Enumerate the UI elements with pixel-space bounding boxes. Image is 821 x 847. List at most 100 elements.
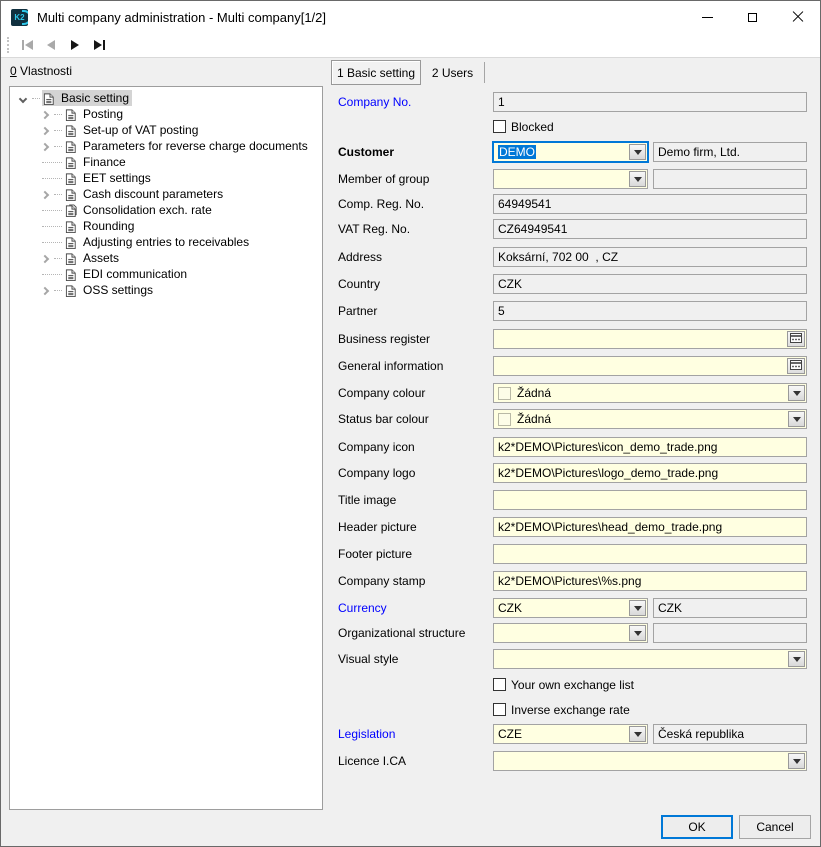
tree-item-posting[interactable]: Posting — [10, 106, 322, 122]
minimize-button[interactable] — [685, 1, 730, 33]
visual-style-dropdown-button[interactable] — [788, 651, 805, 667]
blocked-checkbox[interactable] — [493, 120, 506, 133]
header-picture-field[interactable]: k2*DEMO\Pictures\head_demo_trade.png — [493, 517, 807, 537]
header-picture-label: Header picture — [338, 520, 417, 534]
tree-item-parameters-for-reverse-charge-documents[interactable]: Parameters for reverse charge documents — [10, 138, 322, 154]
nav-previous-button[interactable] — [39, 35, 63, 56]
customer-dropdown-button[interactable] — [629, 144, 646, 160]
customer-lookup-field[interactable]: Demo firm, Ltd. — [653, 142, 807, 162]
tree-item-label: Assets — [83, 251, 119, 265]
chevron-right-icon[interactable] — [41, 255, 49, 263]
tree-item-consolidation-exch-rate[interactable]: Consolidation exch. rate — [10, 202, 322, 218]
company-colour-label: Company colour — [338, 386, 425, 400]
chevron-right-icon[interactable] — [41, 287, 49, 295]
maximize-button[interactable] — [730, 1, 775, 33]
nav-last-button[interactable] — [87, 35, 111, 56]
licence-ica-label: Licence I.CA — [338, 754, 406, 768]
customer-combo[interactable]: DEMO — [493, 142, 648, 162]
document-icon — [65, 139, 78, 154]
status-bar-colour-combo[interactable]: Žádná — [493, 409, 807, 429]
title-image-label: Title image — [338, 493, 396, 507]
company-logo-field[interactable]: k2*DEMO\Pictures\logo_demo_trade.png — [493, 463, 807, 483]
currency-combo[interactable]: CZK — [493, 598, 648, 618]
licence-ica-dropdown-button[interactable] — [788, 753, 805, 769]
nav-first-button[interactable] — [15, 35, 39, 56]
tree-item-label: Rounding — [83, 219, 134, 233]
currency-lookup-value: CZK — [654, 601, 682, 615]
business-register-field[interactable] — [493, 329, 807, 349]
chevron-down-icon[interactable] — [19, 95, 27, 103]
chevron-down-icon — [634, 732, 642, 737]
document-icon — [65, 123, 78, 138]
tree-item-rounding[interactable]: Rounding — [10, 218, 322, 234]
currency-lookup-field[interactable]: CZK — [653, 598, 807, 618]
tree-item-edi-communication[interactable]: EDI communication — [10, 266, 322, 282]
status-bar-colour-dropdown-button[interactable] — [788, 411, 805, 427]
chevron-down-icon — [793, 657, 801, 662]
address-field[interactable]: Koksární, 702 00 , CZ — [493, 247, 807, 267]
company-colour-dropdown-button[interactable] — [788, 385, 805, 401]
chevron-right-icon[interactable] — [41, 127, 49, 135]
company-no-field[interactable]: 1 — [493, 92, 807, 112]
general-information-field[interactable] — [493, 356, 807, 376]
tree-item-label: Adjusting entries to receivables — [83, 235, 249, 249]
inverse-exchange-rate-checkbox[interactable] — [493, 703, 506, 716]
partner-field[interactable]: 5 — [493, 301, 807, 321]
close-button[interactable] — [775, 1, 820, 33]
member-of-group-dropdown-button[interactable] — [629, 171, 646, 187]
status-bar-colour-combo-value: Žádná — [517, 412, 551, 426]
company-stamp-label: Company stamp — [338, 574, 425, 588]
tree-item-label: Basic setting — [61, 91, 129, 105]
own-exchange-list-checkbox[interactable] — [493, 678, 506, 691]
vat-reg-no-label: VAT Reg. No. — [338, 222, 410, 236]
document-icon — [65, 219, 78, 234]
business-register-lookup-button[interactable] — [787, 331, 805, 347]
company-icon-field[interactable]: k2*DEMO\Pictures\icon_demo_trade.png — [493, 437, 807, 457]
title-image-field[interactable] — [493, 490, 807, 510]
organizational-structure-dropdown-button[interactable] — [629, 625, 646, 641]
member-of-group-combo[interactable] — [493, 169, 648, 189]
tree-item-finance[interactable]: Finance — [10, 154, 322, 170]
toolbar-drag-handle[interactable] — [7, 37, 9, 53]
legislation-combo[interactable]: CZE — [493, 724, 648, 744]
navigation-toolbar — [1, 33, 820, 58]
vat-reg-no-field[interactable]: CZ64949541 — [493, 219, 807, 239]
tree-item-adjusting-entries-to-receivables[interactable]: Adjusting entries to receivables — [10, 234, 322, 250]
country-field[interactable]: CZK — [493, 274, 807, 294]
company-colour-combo[interactable]: Žádná — [493, 383, 807, 403]
licence-ica-combo[interactable] — [493, 751, 807, 771]
tree-item-basic-setting[interactable]: Basic setting — [10, 90, 322, 106]
currency-dropdown-button[interactable] — [629, 600, 646, 616]
tree-item-cash-discount-parameters[interactable]: Cash discount parameters — [10, 186, 322, 202]
organizational-structure-lookup-field[interactable] — [653, 623, 807, 643]
chevron-right-icon[interactable] — [41, 111, 49, 119]
organizational-structure-combo[interactable] — [493, 623, 648, 643]
chevron-right-icon[interactable] — [41, 191, 49, 199]
nav-next-button[interactable] — [63, 35, 87, 56]
tab-users[interactable]: 2 Users — [421, 62, 485, 83]
customer-label: Customer — [338, 145, 394, 159]
document-icon — [65, 251, 78, 266]
chevron-down-icon — [793, 759, 801, 764]
document-icon — [65, 187, 78, 202]
tab-basic-setting[interactable]: 1 Basic setting — [331, 60, 421, 85]
legislation-lookup-field[interactable]: Česká republika — [653, 724, 807, 744]
legislation-dropdown-button[interactable] — [629, 726, 646, 742]
customer-combo-value: DEMO — [494, 145, 536, 159]
member-of-group-lookup-field[interactable] — [653, 169, 807, 189]
tree-item-oss-settings[interactable]: OSS settings — [10, 282, 322, 298]
company-stamp-field[interactable]: k2*DEMO\Pictures\%s.png — [493, 571, 807, 591]
visual-style-combo[interactable] — [493, 649, 807, 669]
tree-item-set-up-of-vat-posting[interactable]: Set-up of VAT posting — [10, 122, 322, 138]
chevron-right-icon[interactable] — [41, 143, 49, 151]
tree-item-label: Parameters for reverse charge documents — [83, 139, 308, 153]
tree-item-assets[interactable]: Assets — [10, 250, 322, 266]
ok-button[interactable]: OK — [661, 815, 733, 839]
footer-picture-field[interactable] — [493, 544, 807, 564]
tree-item-eet-settings[interactable]: EET settings — [10, 170, 322, 186]
comp-reg-no-field[interactable]: 64949541 — [493, 194, 807, 214]
general-information-lookup-button[interactable] — [787, 358, 805, 374]
cancel-button[interactable]: Cancel — [739, 815, 811, 839]
company-no-label: Company No. — [338, 95, 411, 109]
partner-label: Partner — [338, 304, 377, 318]
